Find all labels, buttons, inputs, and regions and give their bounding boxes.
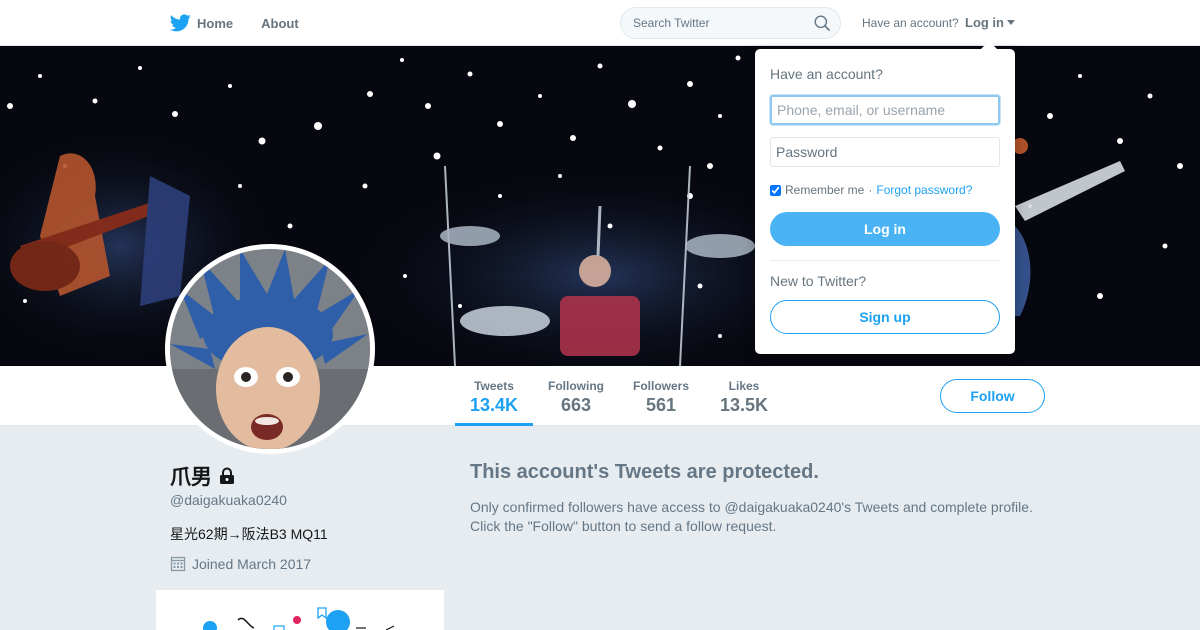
protected-title: This account's Tweets are protected. <box>470 461 819 483</box>
remember-checkbox[interactable] <box>770 184 781 196</box>
username-field[interactable] <box>770 95 1000 125</box>
profile-bio: 星光62期→阪法B3 MQ11 <box>170 526 328 542</box>
protected-line-1: Only confirmed followers have access to … <box>470 499 1033 515</box>
stat-tweets[interactable]: Tweets 13.4K <box>455 366 533 426</box>
twitter-bird-icon <box>170 14 191 32</box>
profile-joined: Joined March 2017 <box>170 556 311 572</box>
login-dropdown: Have an account? Remember me · Forgot pa… <box>755 41 1015 354</box>
about-label: About <box>261 15 299 31</box>
signup-button[interactable]: Sign up <box>770 300 1000 334</box>
password-field[interactable] <box>770 137 1000 167</box>
home-label: Home <box>197 15 234 31</box>
stat-likes[interactable]: Likes 13.5K <box>712 366 776 426</box>
separator-dot: · <box>868 183 873 197</box>
media-card <box>156 590 444 630</box>
caret-down-icon <box>1007 20 1015 25</box>
about-link[interactable]: About <box>261 16 299 31</box>
stat-label: Following <box>548 379 604 393</box>
login-heading: Have an account? <box>770 66 883 82</box>
media-card-illustration <box>203 607 395 630</box>
login-toggle-label: Log in <box>965 15 1004 30</box>
search-icon[interactable] <box>814 15 830 31</box>
stat-label: Likes <box>728 379 760 393</box>
profile-handle[interactable]: @daigakuaka0240 <box>170 492 287 508</box>
profile-name-text: 爪男 <box>170 466 212 489</box>
forgot-password-link[interactable]: Forgot password? <box>876 183 972 197</box>
joined-text: Joined March 2017 <box>192 556 312 572</box>
top-navigation-bar: Home About Have an account? Log in <box>0 0 1200 46</box>
lock-icon <box>220 467 234 484</box>
protected-line-2: Click the "Follow" button to send a foll… <box>470 518 777 534</box>
login-button[interactable]: Log in <box>770 212 1000 246</box>
home-link[interactable]: Home <box>170 14 233 32</box>
nav-left: Home About <box>170 0 327 46</box>
remember-row: Remember me · Forgot password? <box>770 183 972 197</box>
dropdown-arrow <box>981 41 997 49</box>
remember-label[interactable]: Remember me <box>785 183 864 197</box>
search-input[interactable] <box>621 8 801 38</box>
stat-following[interactable]: Following 663 <box>540 366 612 426</box>
follow-button[interactable]: Follow <box>940 379 1045 413</box>
stat-value: 13.5K <box>719 395 769 415</box>
new-to-twitter-text: New to Twitter? <box>770 273 867 289</box>
stat-followers[interactable]: Followers 561 <box>626 366 696 426</box>
stat-value: 13.4K <box>469 395 519 415</box>
avatar[interactable] <box>165 244 375 454</box>
stat-value: 663 <box>560 395 592 415</box>
have-account-text: Have an account? <box>862 16 959 30</box>
avatar-image <box>170 249 370 449</box>
login-dropdown-toggle[interactable]: Log in <box>965 15 1015 30</box>
divider <box>770 260 1000 261</box>
profile-name: 爪男 <box>170 461 236 491</box>
stat-label: Tweets <box>474 379 514 393</box>
stat-label: Followers <box>632 379 689 393</box>
stat-value: 561 <box>645 395 677 415</box>
search-box <box>620 7 841 39</box>
protected-description: Only confirmed followers have access to … <box>470 498 1070 536</box>
calendar-icon <box>170 556 186 572</box>
